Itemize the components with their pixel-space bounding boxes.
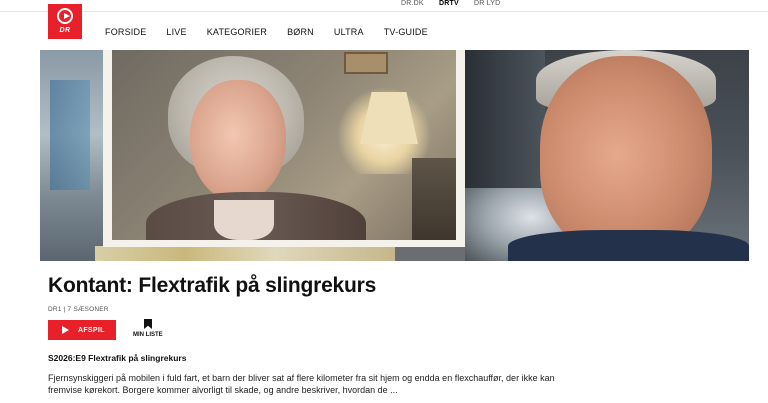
site-link-drtv[interactable]: DRTV [439, 0, 459, 7]
divider [0, 11, 768, 12]
main-navigation: FORSIDE LIVE KATEGORIER BØRN ULTRA TV-GU… [105, 27, 448, 39]
hero-photo-frame [103, 50, 465, 247]
nav-item-born[interactable]: BØRN [287, 27, 314, 39]
dr-logo-icon[interactable]: DR [48, 4, 82, 39]
hero-image [40, 50, 749, 261]
episode-title: S2026:E9 Flextrafik på slingrekurs [48, 353, 187, 363]
nav-item-ultra[interactable]: ULTRA [334, 27, 364, 39]
site-link-drdk[interactable]: DR.DK [401, 0, 424, 7]
my-list-label: MIN LISTE [133, 332, 163, 338]
host-shirt [508, 230, 749, 261]
woman-collar [214, 200, 274, 240]
shelf [412, 158, 456, 240]
play-icon [62, 326, 69, 334]
show-title: Kontant: Flextrafik på slingrekurs [48, 274, 377, 297]
nav-item-tv-guide[interactable]: TV-GUIDE [384, 27, 428, 39]
logo-play-icon [57, 8, 73, 24]
hero-collage-strip [95, 246, 395, 261]
play-button[interactable]: AFSPIL [48, 320, 116, 340]
host-face [540, 56, 712, 254]
woman-face [190, 80, 286, 202]
bookmark-icon [144, 319, 152, 329]
nav-item-live[interactable]: LIVE [166, 27, 186, 39]
my-list-button[interactable]: MIN LISTE [133, 319, 165, 341]
episode-description: Fjernsynskiggeri på mobilen i fuld fart,… [48, 373, 555, 395]
hero-background-left [40, 50, 112, 261]
nav-item-forside[interactable]: FORSIDE [105, 27, 146, 39]
nav-item-kategorier[interactable]: KATEGORIER [207, 27, 267, 39]
hero-photo-elderly-woman [112, 50, 456, 240]
play-button-label: AFSPIL [78, 326, 105, 334]
wall-picture [344, 52, 388, 74]
show-meta: DR1 | 7 SÆSONER [48, 306, 109, 313]
logo-text: DR [59, 27, 71, 34]
site-link-drlyd[interactable]: DR LYD [474, 0, 500, 7]
